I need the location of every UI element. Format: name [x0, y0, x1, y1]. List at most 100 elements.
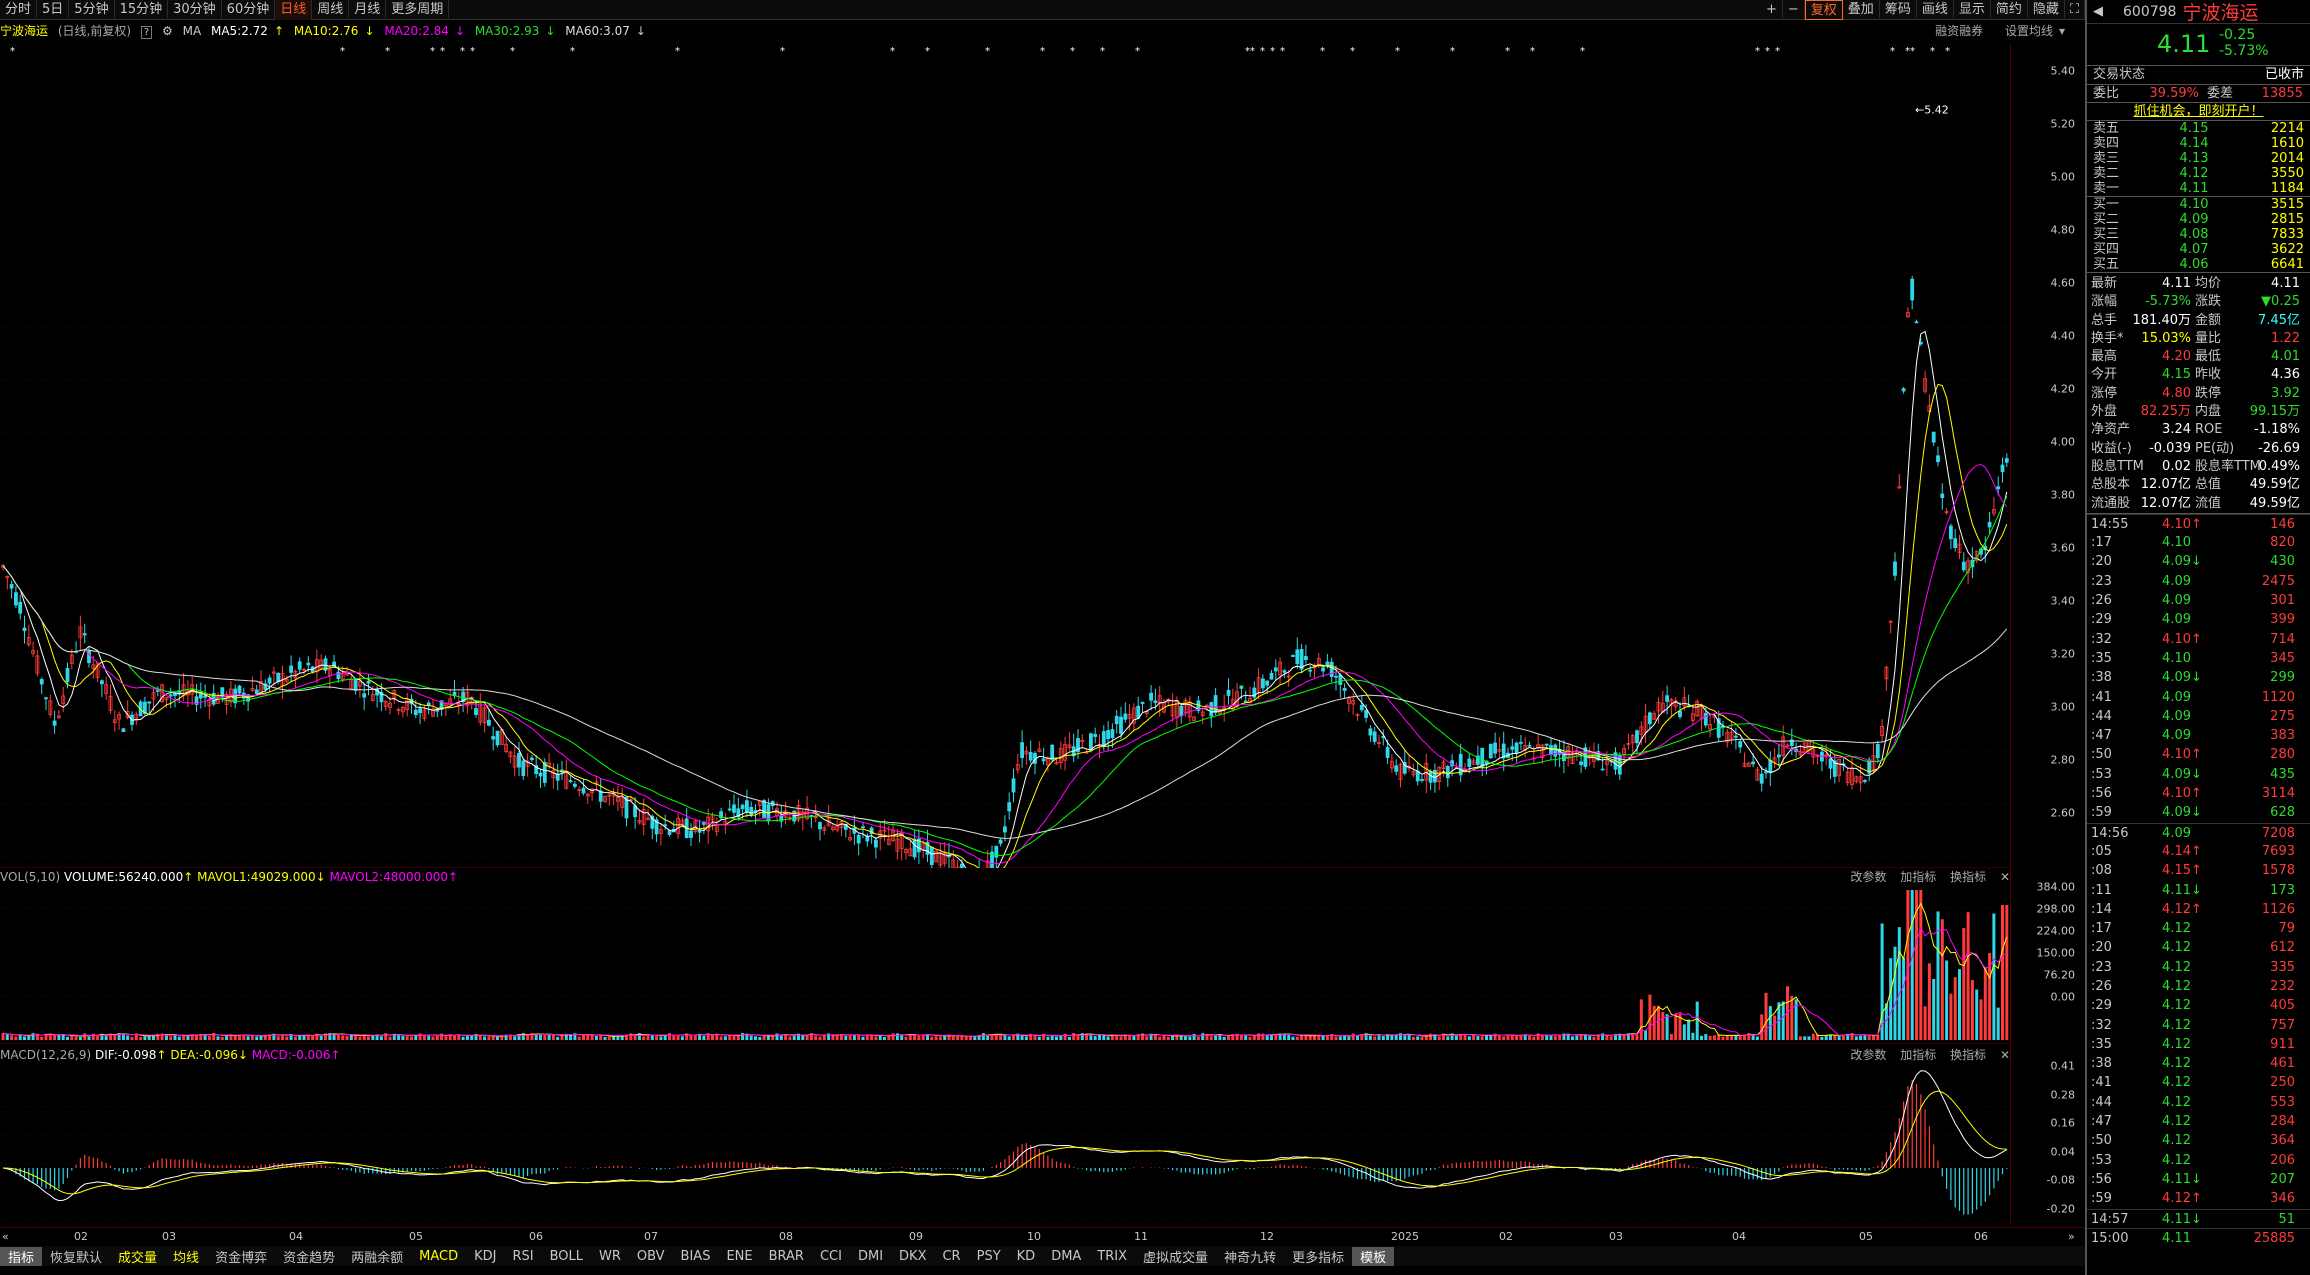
period-tab-9[interactable]: 更多周期 [386, 0, 450, 20]
volume-bar [874, 1036, 878, 1040]
indicator-tab-0[interactable]: 指标 [0, 1246, 43, 1266]
vol-add-indicator[interactable]: 加指标 [1900, 870, 1936, 884]
tick-price: 4.12 [2162, 1094, 2191, 1110]
tick-arrow: ↑ [2191, 863, 2202, 879]
macd-chart[interactable] [0, 1064, 2010, 1226]
indicator-tab-19[interactable]: CR [934, 1249, 968, 1264]
vol-edit-params[interactable]: 改参数 [1850, 870, 1886, 884]
period-tab-2[interactable]: 5分钟 [69, 0, 115, 20]
indicator-tab-17[interactable]: DMI [850, 1249, 891, 1264]
tick-volume: 820 [2270, 535, 2295, 551]
event-marker: * [385, 46, 390, 57]
indicator-tab-14[interactable]: ENE [718, 1249, 760, 1264]
tick-arrow [2191, 1035, 2211, 1054]
ma60-line [2, 565, 2008, 839]
vol-change-indicator[interactable]: 换指标 [1950, 870, 1986, 884]
indicator-tab-20[interactable]: PSY [969, 1249, 1009, 1264]
toolbar-2[interactable]: 筹码 [1880, 0, 1917, 20]
tick-time: :47 [2091, 728, 2112, 744]
indicator-tab-16[interactable]: CCI [812, 1249, 850, 1264]
period-tab-6[interactable]: 日线 [275, 0, 313, 20]
indicator-tab-23[interactable]: TRIX [1089, 1249, 1135, 1264]
fullscreen-icon[interactable]: ⛶ [2065, 0, 2085, 20]
candle [727, 799, 732, 812]
volume-bar [1682, 1024, 1686, 1040]
indicator-tab-27[interactable]: 模板 [1352, 1246, 1395, 1266]
toolbar-5[interactable]: 简约 [1991, 0, 2028, 20]
period-tab-1[interactable]: 5日 [37, 0, 70, 20]
indicator-tab-26[interactable]: 更多指标 [1284, 1247, 1352, 1266]
candle [1407, 754, 1411, 772]
volume-bar [1446, 1036, 1450, 1040]
volume-bar [444, 1036, 448, 1040]
volume-bar [1024, 1036, 1028, 1040]
help-icon[interactable]: ? [140, 26, 153, 39]
period-tab-5[interactable]: 60分钟 [222, 0, 276, 20]
indicator-tab-21[interactable]: KD [1009, 1249, 1044, 1264]
toolbar-6[interactable]: 隐藏 [2028, 0, 2065, 20]
volume-chart[interactable] [0, 886, 2010, 1044]
high-label: ←5.42 [1915, 104, 1949, 117]
scroll-left-icon[interactable]: « [2, 1230, 9, 1243]
indicator-tab-6[interactable]: 两融余额 [343, 1247, 411, 1266]
tick-time: :29 [2091, 612, 2112, 628]
indicator-tab-13[interactable]: BIAS [673, 1249, 719, 1264]
indicator-tab-12[interactable]: OBV [629, 1249, 673, 1264]
tick-time: :50 [2091, 1133, 2112, 1149]
indicator-tab-24[interactable]: 虚拟成交量 [1135, 1247, 1216, 1266]
scroll-right-icon[interactable]: » [2068, 1230, 2075, 1243]
indicator-tab-5[interactable]: 资金趋势 [275, 1247, 343, 1266]
macd-edit-params[interactable]: 改参数 [1850, 1048, 1886, 1062]
volume-bar [1992, 913, 1996, 1040]
close-icon[interactable]: ✕ [2000, 870, 2010, 884]
candle [1355, 713, 1360, 721]
toolbar-4[interactable]: 显示 [1954, 0, 1991, 20]
macd-change-indicator[interactable]: 换指标 [1950, 1048, 1986, 1062]
indicator-tab-15[interactable]: BRAR [761, 1249, 812, 1264]
period-tab-7[interactable]: 周线 [312, 0, 350, 20]
indicator-tab-8[interactable]: KDJ [466, 1249, 504, 1264]
period-tab-8[interactable]: 月线 [349, 0, 387, 20]
prev-stock-icon[interactable]: ◀ [2093, 4, 2103, 19]
period-tab-4[interactable]: 30分钟 [168, 0, 222, 20]
indicator-tab-11[interactable]: WR [591, 1249, 629, 1264]
macd-add-indicator[interactable]: 加指标 [1900, 1048, 1936, 1062]
gear-icon[interactable]: ⚙ [162, 24, 173, 38]
zoom-out-icon[interactable]: − [1783, 0, 1805, 20]
stat-label: 外盘 [2091, 404, 2118, 420]
indicator-tab-3[interactable]: 均线 [165, 1247, 207, 1266]
candle [1291, 654, 1295, 657]
period-tab-0[interactable]: 分时 [0, 0, 38, 20]
date-tick: 11 [1134, 1230, 1148, 1243]
indicator-tab-25[interactable]: 神奇九转 [1216, 1247, 1284, 1266]
tick-row: :35 4.12 911 [2087, 1035, 2310, 1054]
indicator-tab-4[interactable]: 资金博弈 [207, 1247, 275, 1266]
toolbar-3[interactable]: 画线 [1917, 0, 1954, 20]
kline-chart[interactable]: ←5.42←2.49******************************… [0, 44, 2010, 868]
toolbar-0[interactable]: 复权 [1804, 0, 1843, 20]
candle [1863, 778, 1867, 784]
candle [155, 686, 160, 697]
toolbar-1[interactable]: 叠加 [1843, 0, 1880, 20]
indicator-tab-7[interactable]: MACD [411, 1249, 466, 1264]
close-icon[interactable]: ✕ [2000, 1048, 2010, 1062]
indicator-tab-10[interactable]: BOLL [542, 1249, 591, 1264]
indicator-tab-1[interactable]: 恢复默认 [42, 1247, 110, 1266]
ma-settings-link[interactable]: 设置均线 [2005, 24, 2053, 38]
candle [1768, 751, 1773, 786]
tick-arrow [2191, 1112, 2211, 1131]
margin-trading-link[interactable]: 融资融券 [1935, 24, 1983, 38]
volume-bar [1162, 1035, 1166, 1040]
indicator-tab-2[interactable]: 成交量 [110, 1247, 165, 1266]
volume-bar [1515, 1035, 1519, 1040]
zoom-in-icon[interactable]: + [1761, 0, 1783, 20]
tick-time: :41 [2091, 689, 2112, 705]
tick-volume: 399 [2270, 612, 2295, 628]
indicator-tab-22[interactable]: DMA [1043, 1249, 1089, 1264]
candle [1729, 720, 1734, 745]
open-account-link[interactable]: 抓住机会，即刻开户！ [2133, 103, 2263, 120]
indicator-tab-9[interactable]: RSI [504, 1249, 541, 1264]
indicator-tab-18[interactable]: DKX [891, 1249, 934, 1264]
period-tab-3[interactable]: 15分钟 [115, 0, 169, 20]
tick-price: 4.10 [2162, 535, 2191, 551]
